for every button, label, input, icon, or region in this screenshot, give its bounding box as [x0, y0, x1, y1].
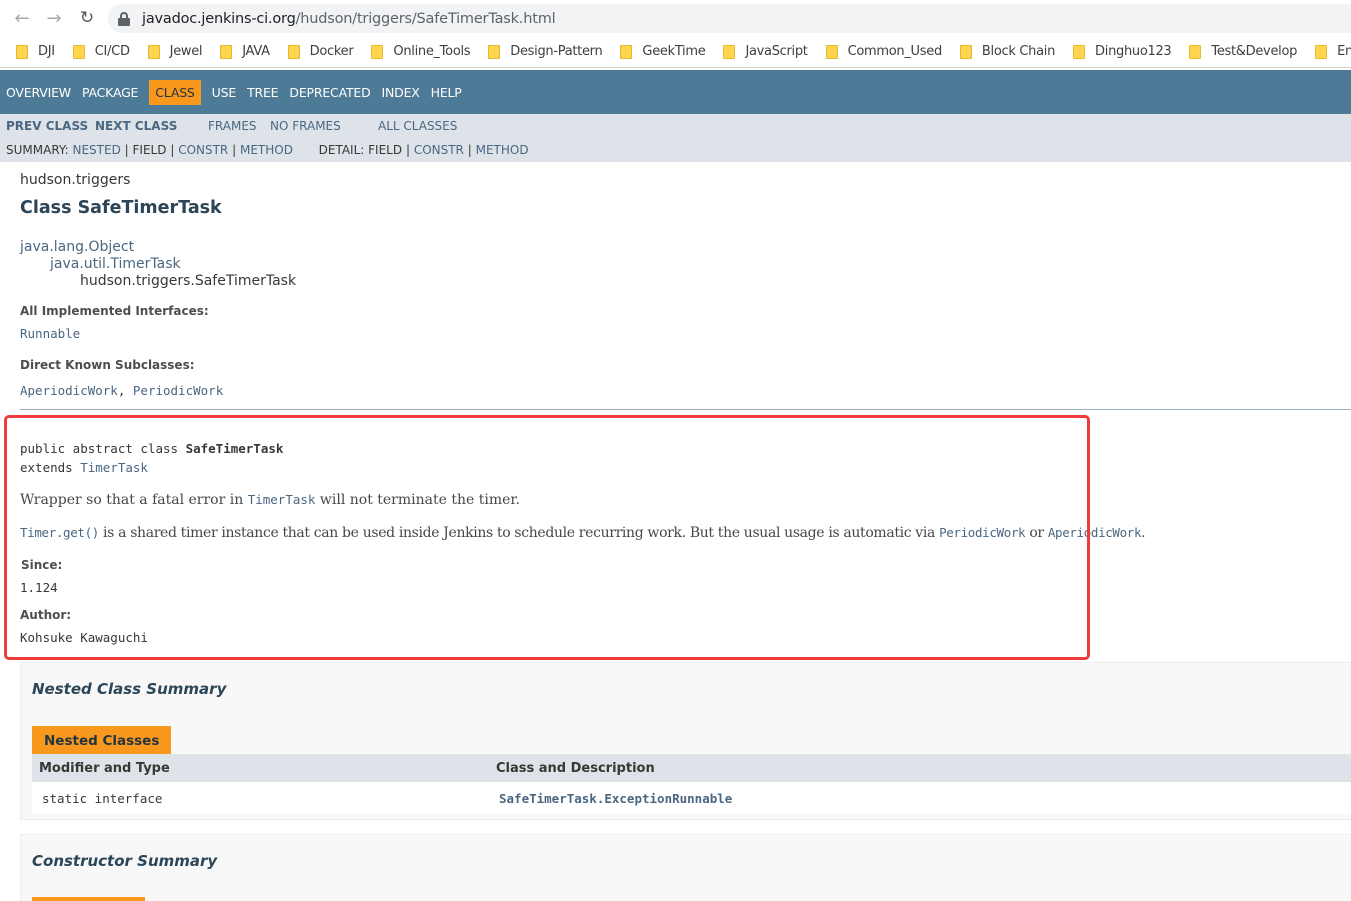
folder-icon — [825, 44, 838, 59]
detail-field: FIELD — [368, 143, 403, 157]
folder-icon — [1073, 44, 1086, 59]
runnable-link[interactable]: Runnable — [20, 326, 80, 341]
folder-icon — [287, 44, 300, 59]
table-row: static interface SafeTimerTask.Exception… — [32, 782, 1351, 814]
back-arrow-icon[interactable]: ← — [12, 8, 32, 29]
bookmark-item[interactable]: JavaScript — [723, 44, 808, 59]
inheritance-object-link[interactable]: java.lang.Object — [20, 239, 134, 255]
forward-arrow-icon[interactable]: → — [44, 8, 64, 29]
detail-label: DETAIL: — [318, 143, 365, 157]
reload-icon[interactable]: ↻ — [77, 8, 97, 28]
row-modifier: static interface — [42, 791, 163, 806]
constructor-summary: Constructor Summary — [20, 834, 1351, 901]
folder-icon — [16, 44, 28, 59]
divider — [20, 409, 1351, 410]
nested-table-header: Modifier and Type Class and Description — [32, 754, 1351, 782]
bookmark-item[interactable]: JAVA — [220, 44, 270, 59]
nav-index[interactable]: INDEX — [382, 85, 420, 100]
constructor-summary-heading: Constructor Summary — [32, 852, 218, 870]
address-bar[interactable]: javadoc.jenkins-ci.org/hudson/triggers/S… — [108, 4, 1351, 33]
bookmark-item[interactable]: Common_Used — [825, 44, 942, 59]
detail-method-link[interactable]: METHOD — [476, 143, 529, 157]
bookmark-item[interactable]: Test&Develop — [1189, 44, 1297, 59]
folder-icon — [1315, 44, 1328, 59]
col-modifier-type: Modifier and Type — [39, 761, 170, 776]
frames-link[interactable]: FRAMES — [208, 119, 257, 133]
interfaces-label: All Implemented Interfaces: — [20, 304, 209, 318]
bookmark-item[interactable]: CI/CD — [72, 44, 130, 59]
nav-class[interactable]: CLASS — [149, 79, 201, 105]
aperiodicwork-link[interactable]: AperiodicWork — [20, 383, 118, 398]
summary-constr-link[interactable]: CONSTR — [178, 143, 228, 157]
folder-icon — [488, 44, 501, 59]
next-class-link[interactable]: NEXT CLASS — [95, 119, 177, 133]
browser-toolbar: ← → ↻ javadoc.jenkins-ci.org/hudson/trig… — [0, 0, 1351, 36]
nav-tree[interactable]: TREE — [247, 85, 279, 100]
javadoc-sub-nav: PREV CLASS NEXT CLASS FRAMES NO FRAMES A… — [0, 114, 1351, 162]
folder-icon — [371, 44, 384, 59]
bookmark-item[interactable]: DJI — [16, 44, 55, 59]
nav-use[interactable]: USE — [212, 85, 237, 100]
folder-icon — [959, 44, 972, 59]
subclasses-list: AperiodicWork, PeriodicWork — [20, 383, 224, 398]
summary-field: FIELD — [132, 143, 167, 157]
javadoc-top-nav: OVERVIEW PACKAGE CLASS USE TREE DEPRECAT… — [0, 70, 1351, 114]
summary-nested-link[interactable]: NESTED — [73, 143, 121, 157]
bookmark-item[interactable]: Dinghuo123 — [1073, 44, 1172, 59]
nav-deprecated[interactable]: DEPRECATED — [289, 85, 370, 100]
summary-method-link[interactable]: METHOD — [240, 143, 293, 157]
nav-help[interactable]: HELP — [431, 85, 462, 100]
nav-package[interactable]: PACKAGE — [82, 85, 138, 100]
detail-constr-link[interactable]: CONSTR — [414, 143, 464, 157]
url-path: /hudson/triggers/SafeTimerTask.html — [295, 10, 556, 27]
summary-label: SUMMARY: — [6, 143, 69, 157]
col-class-description: Class and Description — [496, 761, 655, 776]
bookmark-item[interactable]: Docker — [287, 44, 354, 59]
bookmark-item[interactable]: English_V — [1315, 44, 1351, 59]
all-classes-link[interactable]: ALL CLASSES — [378, 119, 457, 133]
highlight-box — [4, 415, 1090, 660]
constructors-tab[interactable] — [32, 897, 145, 901]
folder-icon — [723, 44, 736, 59]
folder-icon — [620, 44, 633, 59]
folder-icon — [72, 44, 85, 59]
url-host: javadoc.jenkins-ci.org — [142, 10, 296, 27]
folder-icon — [220, 44, 233, 59]
bookmark-item[interactable]: Jewel — [147, 44, 203, 59]
prev-class-link[interactable]: PREV CLASS — [6, 119, 88, 133]
nav-overview[interactable]: OVERVIEW — [6, 85, 71, 100]
page-title: Class SafeTimerTask — [20, 198, 222, 218]
nested-class-summary: Nested Class Summary Nested Classes Modi… — [20, 662, 1351, 820]
exceptionrunnable-link[interactable]: SafeTimerTask.ExceptionRunnable — [499, 791, 732, 806]
periodicwork-link[interactable]: PeriodicWork — [133, 383, 223, 398]
no-frames-link[interactable]: NO FRAMES — [270, 119, 341, 133]
bookmark-item[interactable]: GeekTime — [620, 44, 706, 59]
bookmark-item[interactable]: Block Chain — [959, 44, 1055, 59]
lock-icon — [118, 11, 130, 26]
folder-icon — [147, 44, 160, 59]
inheritance-timertask-link[interactable]: java.util.TimerTask — [50, 256, 181, 272]
nested-summary-heading: Nested Class Summary — [32, 680, 227, 698]
bookmark-item[interactable]: Design-Pattern — [488, 44, 603, 59]
bookmark-item[interactable]: Online_Tools — [371, 44, 471, 59]
inheritance-current-class: hudson.triggers.SafeTimerTask — [80, 273, 297, 289]
subclasses-label: Direct Known Subclasses: — [20, 358, 195, 372]
nested-classes-tab[interactable]: Nested Classes — [32, 726, 172, 756]
bookmarks-bar: DJI CI/CD Jewel JAVA Docker Online_Tools… — [0, 36, 1351, 68]
folder-icon — [1189, 44, 1202, 59]
package-name: hudson.triggers — [20, 172, 131, 188]
